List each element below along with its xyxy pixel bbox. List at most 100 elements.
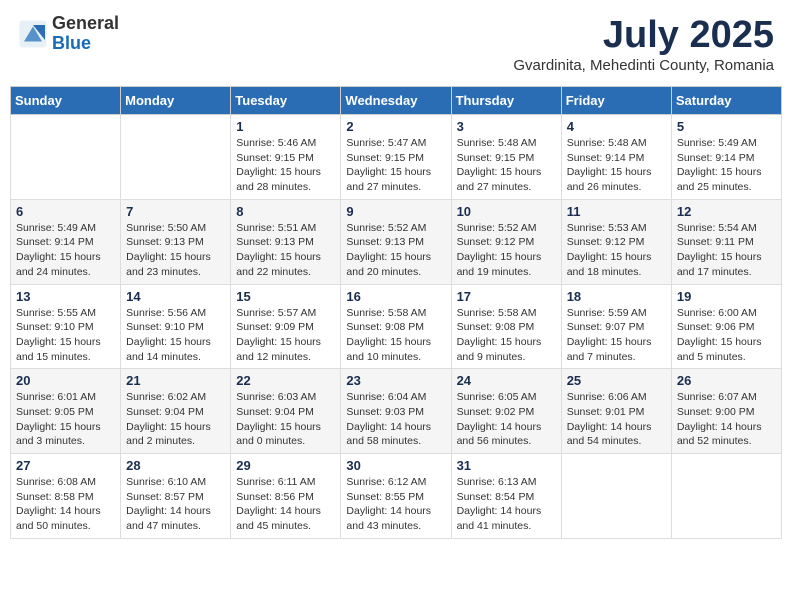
- day-cell: 11 Sunrise: 5:53 AM Sunset: 9:12 PM Dayli…: [561, 199, 671, 284]
- title-block: July 2025 Gvardinita, Mehedinti County, …: [513, 14, 774, 74]
- day-number: 10: [457, 204, 556, 219]
- day-number: 31: [457, 458, 556, 473]
- day-info: Sunrise: 5:48 AM Sunset: 9:15 PM Dayligh…: [457, 136, 556, 195]
- day-cell: 6 Sunrise: 5:49 AM Sunset: 9:14 PM Daylig…: [11, 199, 121, 284]
- day-cell: 3 Sunrise: 5:48 AM Sunset: 9:15 PM Daylig…: [451, 115, 561, 200]
- day-number: 3: [457, 119, 556, 134]
- day-info: Sunrise: 5:54 AM Sunset: 9:11 PM Dayligh…: [677, 221, 776, 280]
- header-cell-sunday: Sunday: [11, 87, 121, 115]
- day-cell: 21 Sunrise: 6:02 AM Sunset: 9:04 PM Dayli…: [121, 369, 231, 454]
- day-cell: 29Sunrise: 6:11 AM Sunset: 8:56 PM Dayli…: [231, 454, 341, 539]
- day-number: 21: [126, 373, 225, 388]
- day-number: 5: [677, 119, 776, 134]
- day-info: Sunrise: 5:49 AM Sunset: 9:14 PM Dayligh…: [16, 221, 115, 280]
- day-info: Sunrise: 5:46 AM Sunset: 9:15 PM Dayligh…: [236, 136, 335, 195]
- day-info: Sunrise: 6:13 AM Sunset: 8:54 PM Dayligh…: [457, 475, 556, 534]
- day-info: Sunrise: 5:51 AM Sunset: 9:13 PM Dayligh…: [236, 221, 335, 280]
- week-row-2: 6 Sunrise: 5:49 AM Sunset: 9:14 PM Daylig…: [11, 199, 782, 284]
- day-number: 14: [126, 289, 225, 304]
- day-info: Sunrise: 5:59 AM Sunset: 9:07 PM Dayligh…: [567, 306, 666, 365]
- day-number: 22: [236, 373, 335, 388]
- page-header: General Blue July 2025 Gvardinita, Mehed…: [10, 10, 782, 78]
- day-number: 18: [567, 289, 666, 304]
- day-cell: [561, 454, 671, 539]
- day-number: 1: [236, 119, 335, 134]
- day-cell: 7Sunrise: 5:50 AM Sunset: 9:13 PM Daylig…: [121, 199, 231, 284]
- day-cell: 4 Sunrise: 5:48 AM Sunset: 9:14 PM Daylig…: [561, 115, 671, 200]
- day-cell: 23 Sunrise: 6:04 AM Sunset: 9:03 PM Dayli…: [341, 369, 451, 454]
- day-info: Sunrise: 6:00 AM Sunset: 9:06 PM Dayligh…: [677, 306, 776, 365]
- week-row-4: 20 Sunrise: 6:01 AM Sunset: 9:05 PM Dayli…: [11, 369, 782, 454]
- day-number: 23: [346, 373, 445, 388]
- day-info: Sunrise: 5:57 AM Sunset: 9:09 PM Dayligh…: [236, 306, 335, 365]
- day-cell: 10 Sunrise: 5:52 AM Sunset: 9:12 PM Dayli…: [451, 199, 561, 284]
- day-number: 13: [16, 289, 115, 304]
- day-cell: 27Sunrise: 6:08 AM Sunset: 8:58 PM Dayli…: [11, 454, 121, 539]
- header-cell-saturday: Saturday: [671, 87, 781, 115]
- day-number: 8: [236, 204, 335, 219]
- header-cell-wednesday: Wednesday: [341, 87, 451, 115]
- day-number: 25: [567, 373, 666, 388]
- day-cell: 15Sunrise: 5:57 AM Sunset: 9:09 PM Dayli…: [231, 284, 341, 369]
- day-info: Sunrise: 6:10 AM Sunset: 8:57 PM Dayligh…: [126, 475, 225, 534]
- day-info: Sunrise: 5:50 AM Sunset: 9:13 PM Dayligh…: [126, 221, 225, 280]
- day-number: 20: [16, 373, 115, 388]
- day-info: Sunrise: 5:58 AM Sunset: 9:08 PM Dayligh…: [457, 306, 556, 365]
- calendar-header: SundayMondayTuesdayWednesdayThursdayFrid…: [11, 87, 782, 115]
- week-row-5: 27Sunrise: 6:08 AM Sunset: 8:58 PM Dayli…: [11, 454, 782, 539]
- day-info: Sunrise: 5:52 AM Sunset: 9:13 PM Dayligh…: [346, 221, 445, 280]
- day-cell: 20 Sunrise: 6:01 AM Sunset: 9:05 PM Dayli…: [11, 369, 121, 454]
- day-info: Sunrise: 6:06 AM Sunset: 9:01 PM Dayligh…: [567, 390, 666, 449]
- day-number: 11: [567, 204, 666, 219]
- month-title: July 2025: [513, 14, 774, 57]
- day-cell: 30Sunrise: 6:12 AM Sunset: 8:55 PM Dayli…: [341, 454, 451, 539]
- day-info: Sunrise: 5:53 AM Sunset: 9:12 PM Dayligh…: [567, 221, 666, 280]
- day-info: Sunrise: 6:05 AM Sunset: 9:02 PM Dayligh…: [457, 390, 556, 449]
- day-cell: 31 Sunrise: 6:13 AM Sunset: 8:54 PM Dayli…: [451, 454, 561, 539]
- day-cell: 19 Sunrise: 6:00 AM Sunset: 9:06 PM Dayli…: [671, 284, 781, 369]
- header-cell-thursday: Thursday: [451, 87, 561, 115]
- day-number: 6: [16, 204, 115, 219]
- day-info: Sunrise: 5:49 AM Sunset: 9:14 PM Dayligh…: [677, 136, 776, 195]
- week-row-3: 13 Sunrise: 5:55 AM Sunset: 9:10 PM Dayli…: [11, 284, 782, 369]
- day-info: Sunrise: 5:47 AM Sunset: 9:15 PM Dayligh…: [346, 136, 445, 195]
- day-info: Sunrise: 6:08 AM Sunset: 8:58 PM Dayligh…: [16, 475, 115, 534]
- day-number: 24: [457, 373, 556, 388]
- day-number: 4: [567, 119, 666, 134]
- day-cell: 5 Sunrise: 5:49 AM Sunset: 9:14 PM Daylig…: [671, 115, 781, 200]
- day-cell: 22 Sunrise: 6:03 AM Sunset: 9:04 PM Dayli…: [231, 369, 341, 454]
- logo-icon: [18, 19, 48, 49]
- day-number: 9: [346, 204, 445, 219]
- day-info: Sunrise: 6:07 AM Sunset: 9:00 PM Dayligh…: [677, 390, 776, 449]
- week-row-1: 1 Sunrise: 5:46 AM Sunset: 9:15 PM Daylig…: [11, 115, 782, 200]
- day-number: 2: [346, 119, 445, 134]
- day-info: Sunrise: 5:56 AM Sunset: 9:10 PM Dayligh…: [126, 306, 225, 365]
- day-cell: 14 Sunrise: 5:56 AM Sunset: 9:10 PM Dayli…: [121, 284, 231, 369]
- day-cell: 12 Sunrise: 5:54 AM Sunset: 9:11 PM Dayli…: [671, 199, 781, 284]
- logo-general: General: [52, 14, 119, 34]
- logo-text: General Blue: [52, 14, 119, 54]
- day-info: Sunrise: 5:48 AM Sunset: 9:14 PM Dayligh…: [567, 136, 666, 195]
- calendar-body: 1 Sunrise: 5:46 AM Sunset: 9:15 PM Daylig…: [11, 115, 782, 539]
- day-number: 12: [677, 204, 776, 219]
- day-info: Sunrise: 5:55 AM Sunset: 9:10 PM Dayligh…: [16, 306, 115, 365]
- logo: General Blue: [18, 14, 119, 54]
- location-subtitle: Gvardinita, Mehedinti County, Romania: [513, 57, 774, 74]
- day-info: Sunrise: 6:12 AM Sunset: 8:55 PM Dayligh…: [346, 475, 445, 534]
- day-number: 26: [677, 373, 776, 388]
- day-number: 19: [677, 289, 776, 304]
- day-info: Sunrise: 6:04 AM Sunset: 9:03 PM Dayligh…: [346, 390, 445, 449]
- day-info: Sunrise: 6:02 AM Sunset: 9:04 PM Dayligh…: [126, 390, 225, 449]
- day-cell: 9 Sunrise: 5:52 AM Sunset: 9:13 PM Daylig…: [341, 199, 451, 284]
- day-cell: 1 Sunrise: 5:46 AM Sunset: 9:15 PM Daylig…: [231, 115, 341, 200]
- calendar-table: SundayMondayTuesdayWednesdayThursdayFrid…: [10, 86, 782, 539]
- day-info: Sunrise: 6:03 AM Sunset: 9:04 PM Dayligh…: [236, 390, 335, 449]
- day-info: Sunrise: 5:58 AM Sunset: 9:08 PM Dayligh…: [346, 306, 445, 365]
- logo-blue: Blue: [52, 34, 119, 54]
- day-cell: 17Sunrise: 5:58 AM Sunset: 9:08 PM Dayli…: [451, 284, 561, 369]
- day-number: 16: [346, 289, 445, 304]
- day-cell: 8 Sunrise: 5:51 AM Sunset: 9:13 PM Daylig…: [231, 199, 341, 284]
- day-info: Sunrise: 5:52 AM Sunset: 9:12 PM Dayligh…: [457, 221, 556, 280]
- day-info: Sunrise: 6:01 AM Sunset: 9:05 PM Dayligh…: [16, 390, 115, 449]
- day-cell: 28Sunrise: 6:10 AM Sunset: 8:57 PM Dayli…: [121, 454, 231, 539]
